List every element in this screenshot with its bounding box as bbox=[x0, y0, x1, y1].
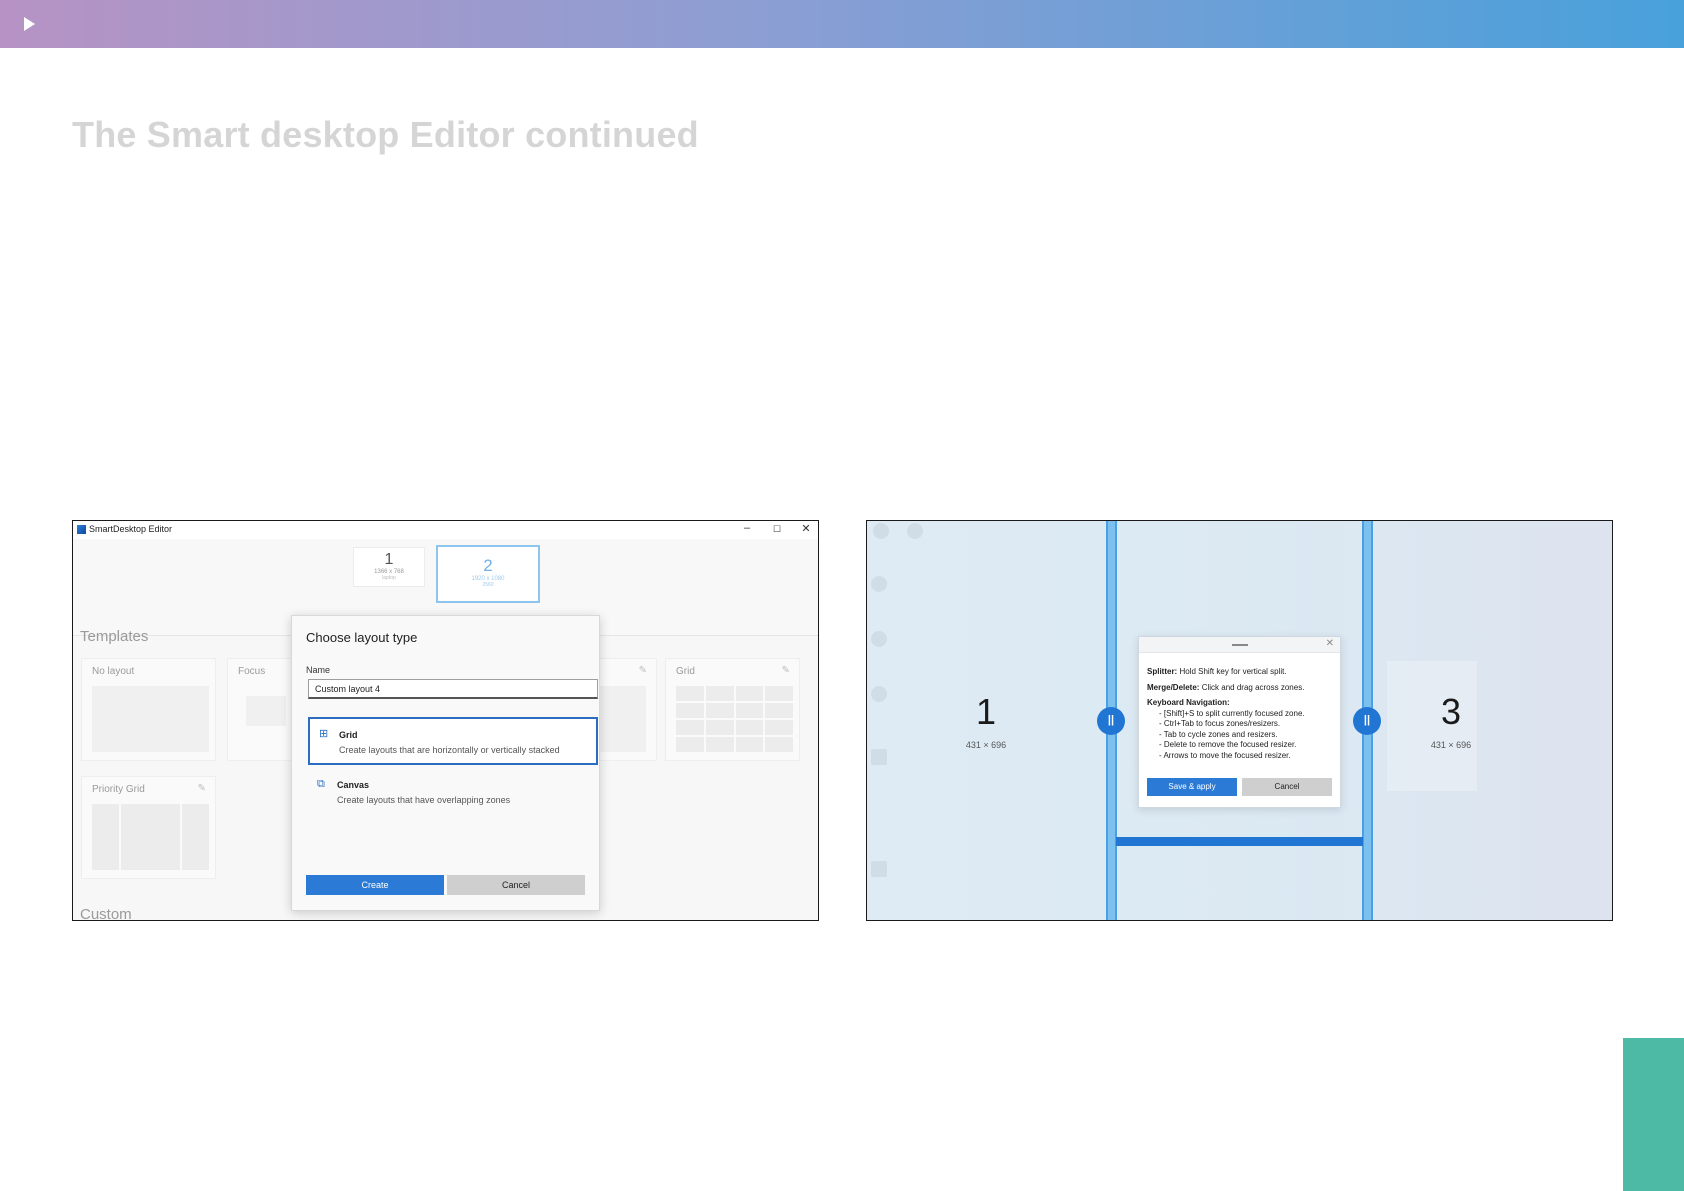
monitor-1[interactable]: 1 1366 x 768 laptop bbox=[353, 547, 425, 587]
template-priority-grid[interactable]: Priority Grid ✎ bbox=[81, 776, 216, 879]
template-label: Priority Grid bbox=[92, 784, 145, 795]
resize-handle-icon[interactable]: || bbox=[1353, 707, 1381, 735]
template-no-layout[interactable]: No layout bbox=[81, 658, 216, 761]
editor-screenshot: SmartDesktop Editor – ☐ ✕ 1 1366 x 768 l… bbox=[72, 520, 819, 921]
desktop-app-icon bbox=[871, 861, 887, 877]
template-grid[interactable]: Grid ✎ bbox=[665, 658, 800, 761]
save-apply-button[interactable]: Save & apply bbox=[1147, 778, 1237, 796]
grid-icon: ⊞ bbox=[319, 728, 329, 740]
template-preview bbox=[676, 686, 793, 752]
edit-icon[interactable]: ✎ bbox=[639, 665, 647, 676]
slide-title: The Smart desktop Editor continued bbox=[72, 114, 699, 155]
minimize-button[interactable]: – bbox=[740, 522, 754, 534]
keyboard-nav-heading: Keyboard Navigation: bbox=[1147, 698, 1230, 707]
option-description: Create layouts that have overlapping zon… bbox=[337, 795, 511, 805]
zone-number: 1 bbox=[975, 691, 997, 732]
template-label: No layout bbox=[92, 666, 135, 677]
desktop-app-icon bbox=[907, 523, 923, 539]
edit-icon[interactable]: ✎ bbox=[198, 783, 206, 794]
layout-option-grid[interactable]: ⊞ Grid Create layouts that are horizonta… bbox=[308, 717, 598, 765]
nav-item: - Delete to remove the focused resizer. bbox=[1159, 740, 1297, 749]
name-label: Name bbox=[306, 665, 331, 675]
zone-editor-screenshot: 1 431 × 696 3 431 × 696 || || ✕ Splitter… bbox=[866, 520, 1613, 921]
desktop-app-icon bbox=[873, 523, 889, 539]
template-hidden[interactable]: ✎ bbox=[597, 658, 657, 761]
template-preview bbox=[246, 696, 286, 726]
option-title: Grid bbox=[339, 730, 358, 740]
layout-name-input[interactable] bbox=[308, 679, 598, 699]
custom-heading: Custom bbox=[80, 906, 132, 921]
template-preview bbox=[92, 804, 209, 870]
layout-option-canvas[interactable]: ⧉ Canvas Create layouts that have overla… bbox=[308, 769, 598, 817]
merge-help: Merge/Delete: Click and drag across zone… bbox=[1147, 682, 1305, 692]
desktop-app-icon bbox=[871, 576, 887, 592]
zone-help-dialog: ✕ Splitter: Hold Shift key for vertical … bbox=[1138, 636, 1341, 808]
template-label: Grid bbox=[676, 666, 695, 677]
monitor-label: 2560 bbox=[482, 582, 494, 588]
nav-item: - [Shift]+S to split currently focused z… bbox=[1159, 708, 1305, 718]
slide: The Smart desktop Editor continued Smart… bbox=[0, 0, 1684, 1191]
option-title: Canvas bbox=[337, 780, 370, 790]
cancel-button[interactable]: Cancel bbox=[1242, 778, 1332, 796]
create-button[interactable]: Create bbox=[306, 875, 444, 895]
monitor-number: 1 bbox=[384, 551, 394, 568]
cancel-button[interactable]: Cancel bbox=[447, 875, 585, 895]
header-band bbox=[0, 0, 1684, 48]
monitor-label: laptop bbox=[382, 575, 396, 581]
nav-item: - Tab to cycle zones and resizers. bbox=[1159, 729, 1278, 739]
splitter-help: Splitter: Hold Shift key for vertical sp… bbox=[1147, 667, 1287, 676]
desktop-app-icon bbox=[871, 749, 887, 765]
option-description: Create layouts that are horizontally or … bbox=[339, 745, 560, 755]
desktop-app-icon bbox=[871, 631, 887, 647]
close-icon[interactable]: ✕ bbox=[1326, 638, 1334, 649]
choose-layout-dialog: Choose layout type Name ⊞ Grid Create la… bbox=[291, 615, 600, 911]
help-title-bar[interactable]: ✕ bbox=[1139, 637, 1340, 653]
close-button[interactable]: ✕ bbox=[799, 522, 813, 535]
corner-accent bbox=[1623, 1038, 1684, 1191]
zone-size: 431 × 696 bbox=[965, 740, 1007, 750]
monitor-number: 2 bbox=[483, 556, 493, 575]
resize-handle-icon[interactable]: || bbox=[1097, 707, 1125, 735]
nav-item: - Arrows to move the focused resizer. bbox=[1159, 750, 1291, 760]
dialog-title: Choose layout type bbox=[306, 630, 418, 645]
nav-item: - Ctrl+Tab to focus zones/resizers. bbox=[1159, 719, 1281, 728]
template-preview bbox=[598, 686, 646, 752]
template-preview bbox=[92, 686, 209, 752]
horizontal-splitter[interactable] bbox=[1116, 837, 1363, 846]
canvas-icon: ⧉ bbox=[317, 778, 325, 790]
app-icon bbox=[77, 525, 86, 534]
desktop-app-icon bbox=[871, 686, 887, 702]
play-icon[interactable] bbox=[24, 17, 35, 31]
monitor-2[interactable]: 2 1920 x 1080 2560 bbox=[436, 545, 540, 603]
zone-size: 431 × 696 bbox=[1430, 740, 1472, 750]
window-title-bar: SmartDesktop Editor – ☐ ✕ bbox=[73, 521, 818, 539]
window-title: SmartDesktop Editor bbox=[89, 524, 173, 534]
template-label: Focus bbox=[238, 666, 266, 677]
templates-heading: Templates bbox=[80, 628, 149, 645]
zone-number: 3 bbox=[1440, 691, 1462, 732]
drag-handle-icon[interactable] bbox=[1232, 644, 1248, 646]
maximize-button[interactable]: ☐ bbox=[770, 524, 784, 535]
edit-icon[interactable]: ✎ bbox=[782, 665, 790, 676]
help-text: Splitter: Hold Shift key for vertical sp… bbox=[1147, 667, 1337, 761]
